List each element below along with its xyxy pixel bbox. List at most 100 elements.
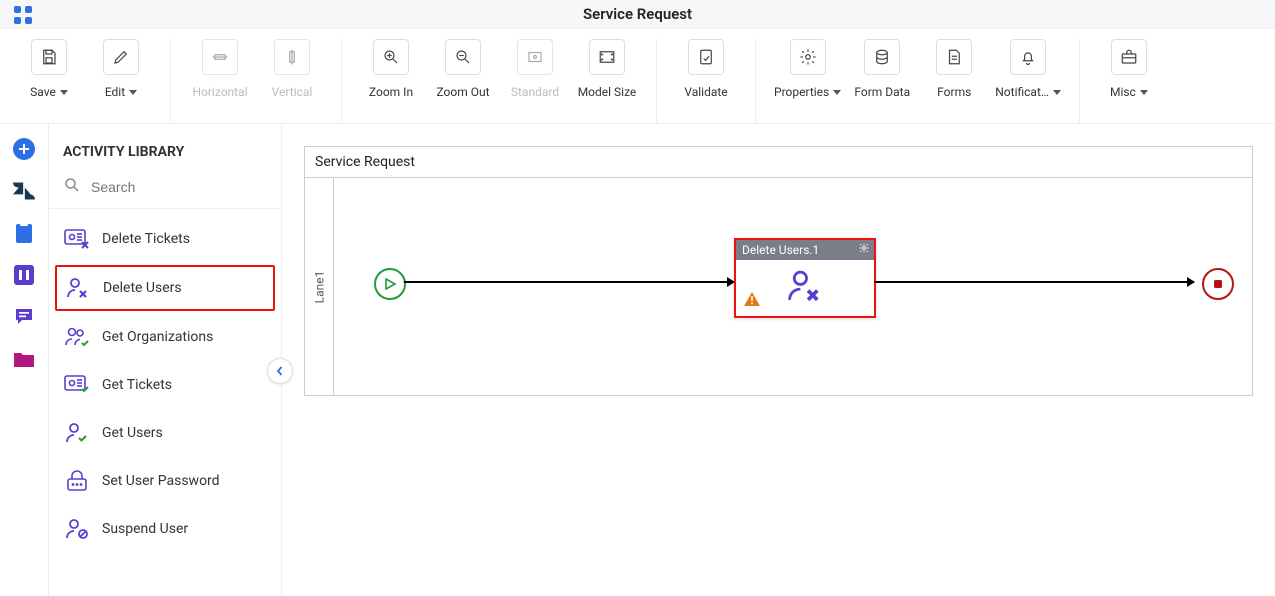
activity-title: Delete Users.1 bbox=[742, 243, 819, 257]
search-icon bbox=[63, 176, 81, 198]
edit-button[interactable]: Edit bbox=[90, 39, 152, 99]
zoom-out-label: Zoom Out bbox=[436, 85, 489, 99]
workflow-canvas[interactable]: Service Request Lane1 Delete Users.1 bbox=[304, 146, 1253, 396]
pause-icon[interactable] bbox=[11, 262, 37, 288]
search-input[interactable] bbox=[89, 178, 274, 196]
save-icon bbox=[31, 39, 67, 75]
activity-item-delete-tickets[interactable]: Delete Tickets bbox=[55, 217, 275, 261]
notifications-button[interactable]: Notificat… bbox=[995, 39, 1061, 99]
activity-item-label: Delete Users bbox=[103, 280, 182, 296]
model-size-icon bbox=[589, 39, 625, 75]
user-get-icon bbox=[64, 422, 90, 444]
chat-icon[interactable] bbox=[11, 304, 37, 330]
align-horizontal-button: Horizontal bbox=[189, 39, 251, 99]
zoom-in-button[interactable]: Zoom In bbox=[360, 39, 422, 99]
lane[interactable]: Delete Users.1 bbox=[334, 178, 1252, 395]
canvas-title: Service Request bbox=[305, 147, 1252, 178]
notifications-label: Notificat… bbox=[995, 85, 1049, 99]
chevron-down-icon bbox=[1140, 90, 1148, 95]
zoom-standard-button: Standard bbox=[504, 39, 566, 99]
edge[interactable] bbox=[404, 281, 734, 283]
clipboard-icon[interactable] bbox=[11, 220, 37, 246]
properties-button[interactable]: Properties bbox=[774, 39, 841, 99]
activity-item-label: Get Tickets bbox=[102, 377, 172, 393]
activity-gear-icon[interactable] bbox=[858, 242, 870, 257]
add-button[interactable] bbox=[11, 136, 37, 162]
zoom-in-label: Zoom In bbox=[369, 85, 413, 99]
zendesk-icon[interactable] bbox=[11, 178, 37, 204]
apps-icon[interactable] bbox=[14, 6, 32, 28]
activity-item-suspend-user[interactable]: Suspend User bbox=[55, 507, 275, 551]
chevron-down-icon bbox=[60, 90, 68, 95]
align-horizontal-icon bbox=[202, 39, 238, 75]
activity-header: Delete Users.1 bbox=[736, 240, 874, 260]
activity-item-label: Suspend User bbox=[102, 521, 188, 537]
pencil-icon bbox=[103, 39, 139, 75]
folder-icon[interactable] bbox=[11, 346, 37, 372]
activity-delete-users[interactable]: Delete Users.1 bbox=[734, 238, 876, 318]
ticket-delete-icon bbox=[64, 228, 90, 250]
chevron-down-icon bbox=[833, 90, 841, 95]
zoom-in-icon bbox=[373, 39, 409, 75]
activity-item-label: Get Organizations bbox=[102, 329, 213, 345]
forms-label: Forms bbox=[937, 85, 971, 99]
nav-rail bbox=[0, 124, 49, 596]
validate-button[interactable]: Validate bbox=[675, 39, 737, 99]
user-suspend-icon bbox=[64, 518, 90, 540]
end-node[interactable] bbox=[1202, 268, 1234, 300]
align-vertical-button: Vertical bbox=[261, 39, 323, 99]
workflow-canvas-wrap: Service Request Lane1 Delete Users.1 bbox=[282, 124, 1275, 596]
forms-button[interactable]: Forms bbox=[923, 39, 985, 99]
lane-label: Lane1 bbox=[305, 178, 334, 395]
misc-label: Misc bbox=[1110, 85, 1136, 99]
zoom-out-icon bbox=[445, 39, 481, 75]
properties-label: Properties bbox=[774, 85, 829, 99]
edge[interactable] bbox=[874, 281, 1194, 283]
zoom-standard-label: Standard bbox=[511, 85, 559, 99]
user-delete-icon bbox=[65, 277, 91, 299]
activity-item-get-organizations[interactable]: Get Organizations bbox=[55, 315, 275, 359]
lanes: Lane1 Delete Users.1 bbox=[305, 178, 1252, 395]
model-size-button[interactable]: Model Size bbox=[576, 39, 638, 99]
form-data-button[interactable]: Form Data bbox=[851, 39, 913, 99]
activity-item-label: Get Users bbox=[102, 425, 163, 441]
ticket-get-icon bbox=[64, 374, 90, 396]
organization-icon bbox=[64, 326, 90, 348]
activity-list: Delete Tickets Delete Users Get Organiza… bbox=[49, 209, 281, 559]
model-size-label: Model Size bbox=[578, 85, 637, 99]
activity-library-panel: ACTIVITY LIBRARY Delete Tickets Delete U… bbox=[49, 124, 282, 596]
misc-button[interactable]: Misc bbox=[1098, 39, 1160, 99]
start-node[interactable] bbox=[374, 268, 406, 300]
gear-icon bbox=[790, 39, 826, 75]
align-vertical-icon bbox=[274, 39, 310, 75]
align-vertical-label: Vertical bbox=[272, 85, 313, 99]
activity-library-title: ACTIVITY LIBRARY bbox=[49, 124, 281, 170]
user-delete-icon bbox=[785, 269, 825, 307]
validate-icon bbox=[688, 39, 724, 75]
activity-item-set-user-password[interactable]: Set User Password bbox=[55, 459, 275, 503]
save-button[interactable]: Save bbox=[18, 39, 80, 99]
toolbar: Save Edit Horizontal Vertical bbox=[0, 29, 1275, 124]
lock-password-icon bbox=[64, 470, 90, 492]
save-label: Save bbox=[30, 85, 56, 99]
activity-item-delete-users[interactable]: Delete Users bbox=[55, 265, 275, 311]
standard-zoom-icon bbox=[517, 39, 553, 75]
app-header: Service Request bbox=[0, 0, 1275, 29]
lane-label-text: Lane1 bbox=[312, 270, 326, 303]
activity-item-get-tickets[interactable]: Get Tickets bbox=[55, 363, 275, 407]
zoom-out-button[interactable]: Zoom Out bbox=[432, 39, 494, 99]
bell-icon bbox=[1010, 39, 1046, 75]
warning-icon bbox=[744, 292, 760, 310]
form-icon bbox=[936, 39, 972, 75]
chevron-down-icon bbox=[129, 90, 137, 95]
chevron-down-icon bbox=[1053, 90, 1061, 95]
toolbox-icon bbox=[1111, 39, 1147, 75]
collapse-sidebar-button[interactable] bbox=[267, 358, 293, 384]
page-title: Service Request bbox=[583, 5, 692, 23]
activity-item-label: Delete Tickets bbox=[102, 231, 190, 247]
activity-item-get-users[interactable]: Get Users bbox=[55, 411, 275, 455]
database-icon bbox=[864, 39, 900, 75]
activity-item-label: Set User Password bbox=[102, 473, 220, 489]
form-data-label: Form Data bbox=[854, 85, 910, 99]
validate-label: Validate bbox=[684, 85, 727, 99]
